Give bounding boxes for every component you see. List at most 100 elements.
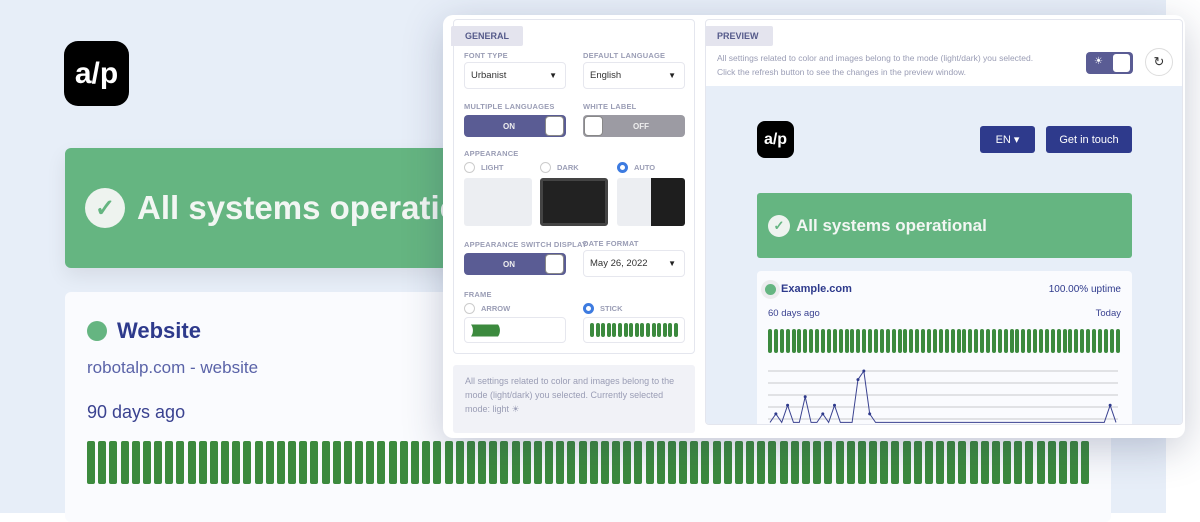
uptime-day-bar[interactable] xyxy=(974,329,979,353)
uptime-day-bar[interactable] xyxy=(533,441,542,484)
uptime-day-bar[interactable] xyxy=(1097,329,1102,353)
uptime-day-bar[interactable] xyxy=(1062,329,1067,353)
date-format-select[interactable]: May 26, 2022 ▼ xyxy=(583,250,685,277)
uptime-day-bar[interactable] xyxy=(813,441,822,484)
uptime-day-bar[interactable] xyxy=(773,329,778,353)
uptime-day-bar[interactable] xyxy=(578,441,587,484)
uptime-day-bar[interactable] xyxy=(656,441,665,484)
uptime-day-bar[interactable] xyxy=(366,441,375,484)
light-mode-thumbnail[interactable] xyxy=(464,178,532,226)
uptime-day-bar[interactable] xyxy=(1025,441,1034,484)
uptime-day-bar[interactable] xyxy=(857,441,866,484)
uptime-day-bar[interactable] xyxy=(668,323,673,337)
uptime-day-bar[interactable] xyxy=(511,441,520,484)
uptime-day-bar[interactable] xyxy=(962,329,967,353)
uptime-day-bar[interactable] xyxy=(600,441,609,484)
appearance-light-radio[interactable]: LIGHT xyxy=(464,162,504,173)
uptime-day-bar[interactable] xyxy=(254,441,263,484)
uptime-day-bar[interactable] xyxy=(903,329,908,353)
uptime-day-bar[interactable] xyxy=(500,441,509,484)
appearance-dark-radio[interactable]: DARK xyxy=(540,162,579,173)
uptime-day-bar[interactable] xyxy=(667,441,676,484)
uptime-day-bar[interactable] xyxy=(601,323,606,337)
uptime-day-bar[interactable] xyxy=(673,323,678,337)
uptime-day-bar[interactable] xyxy=(958,441,967,484)
uptime-day-bar[interactable] xyxy=(980,441,989,484)
uptime-day-bar[interactable] xyxy=(924,441,933,484)
uptime-day-bar[interactable] xyxy=(567,441,576,484)
uptime-day-bar[interactable] xyxy=(723,441,732,484)
uptime-day-bar[interactable] xyxy=(779,441,788,484)
uptime-day-bar[interactable] xyxy=(299,441,308,484)
multiple-languages-toggle[interactable]: ON xyxy=(464,115,566,137)
uptime-day-bar[interactable] xyxy=(1047,441,1056,484)
uptime-day-bar[interactable] xyxy=(856,329,861,353)
uptime-day-bar[interactable] xyxy=(545,441,554,484)
uptime-day-bar[interactable] xyxy=(590,323,594,337)
uptime-day-bar[interactable] xyxy=(921,329,926,353)
uptime-day-bar[interactable] xyxy=(606,323,611,337)
uptime-day-bar[interactable] xyxy=(815,329,820,353)
uptime-day-bar[interactable] xyxy=(844,329,849,353)
general-tab[interactable]: GENERAL xyxy=(451,26,524,46)
uptime-day-bar[interactable] xyxy=(869,441,878,484)
uptime-day-bar[interactable] xyxy=(832,329,837,353)
font-type-select[interactable]: Urbanist ▼ xyxy=(464,62,566,89)
uptime-day-bar[interactable] xyxy=(243,441,252,484)
uptime-day-bar[interactable] xyxy=(927,329,932,353)
uptime-day-bar[interactable] xyxy=(455,441,464,484)
uptime-day-bar[interactable] xyxy=(902,441,911,484)
uptime-day-bar[interactable] xyxy=(938,329,943,353)
uptime-day-bar[interactable] xyxy=(897,329,902,353)
frame-stick-radio[interactable]: STICK xyxy=(583,303,623,314)
uptime-day-bar[interactable] xyxy=(1021,329,1026,353)
uptime-day-bar[interactable] xyxy=(1036,441,1045,484)
uptime-day-bar[interactable] xyxy=(98,441,107,484)
uptime-day-bar[interactable] xyxy=(466,441,475,484)
uptime-day-bar[interactable] xyxy=(1027,329,1032,353)
uptime-day-bar[interactable] xyxy=(165,441,174,484)
uptime-day-bar[interactable] xyxy=(1014,441,1023,484)
uptime-day-bar[interactable] xyxy=(909,329,914,353)
uptime-day-bar[interactable] xyxy=(915,329,920,353)
uptime-day-bar[interactable] xyxy=(612,323,617,337)
auto-mode-thumbnail[interactable] xyxy=(617,178,685,226)
uptime-day-bar[interactable] xyxy=(232,441,241,484)
uptime-day-bar[interactable] xyxy=(617,323,622,337)
uptime-day-bar[interactable] xyxy=(651,323,656,337)
refresh-button[interactable]: ↻ xyxy=(1145,48,1173,76)
uptime-day-bar[interactable] xyxy=(640,323,645,337)
arrow-frame-preview[interactable]: )))))))))))))))))))) xyxy=(464,317,566,343)
uptime-day-bar[interactable] xyxy=(187,441,196,484)
uptime-day-bar[interactable] xyxy=(944,329,949,353)
uptime-day-bar[interactable] xyxy=(1003,441,1012,484)
uptime-day-bar[interactable] xyxy=(657,323,662,337)
uptime-day-bar[interactable] xyxy=(956,329,961,353)
appearance-switch-toggle[interactable]: ON xyxy=(464,253,566,275)
uptime-day-bar[interactable] xyxy=(850,329,855,353)
uptime-day-bar[interactable] xyxy=(142,441,151,484)
uptime-day-bar[interactable] xyxy=(629,323,634,337)
uptime-day-bar[interactable] xyxy=(120,441,129,484)
uptime-day-bar[interactable] xyxy=(1115,329,1120,353)
uptime-day-bar[interactable] xyxy=(634,323,639,337)
uptime-day-bar[interactable] xyxy=(221,441,230,484)
uptime-day-bar[interactable] xyxy=(1033,329,1038,353)
uptime-day-bar[interactable] xyxy=(991,329,996,353)
uptime-day-bar[interactable] xyxy=(821,329,826,353)
uptime-day-bar[interactable] xyxy=(985,329,990,353)
uptime-day-bar[interactable] xyxy=(879,329,884,353)
uptime-day-bar[interactable] xyxy=(874,329,879,353)
uptime-day-bar[interactable] xyxy=(712,441,721,484)
uptime-day-bar[interactable] xyxy=(880,441,889,484)
uptime-day-bar[interactable] xyxy=(835,441,844,484)
uptime-day-bar[interactable] xyxy=(645,441,654,484)
stick-frame-preview[interactable] xyxy=(583,317,685,343)
uptime-day-bar[interactable] xyxy=(478,441,487,484)
uptime-day-bar[interactable] xyxy=(790,441,799,484)
white-label-toggle[interactable]: OFF xyxy=(583,115,685,137)
uptime-day-bar[interactable] xyxy=(1109,329,1114,353)
mode-toggle[interactable]: ☀ xyxy=(1086,52,1133,74)
uptime-day-bar[interactable] xyxy=(343,441,352,484)
uptime-day-bar[interactable] xyxy=(377,441,386,484)
